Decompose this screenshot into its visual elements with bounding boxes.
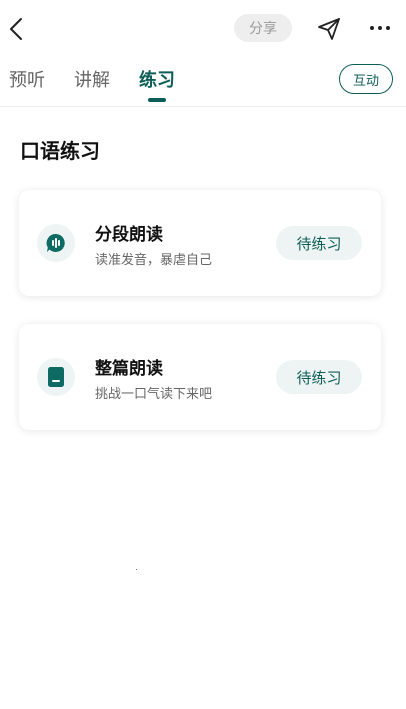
card-title: 整篇朗读 xyxy=(95,359,163,379)
practice-status-button[interactable]: 待练习 xyxy=(276,360,362,394)
top-bar: 分享 xyxy=(0,0,406,56)
paper-plane-icon xyxy=(318,18,340,40)
more-button[interactable] xyxy=(366,18,394,38)
card-icon xyxy=(37,358,75,396)
send-button[interactable] xyxy=(316,16,342,42)
mic-bubble-icon xyxy=(46,233,65,252)
tab-practice[interactable]: 练习 xyxy=(139,66,175,92)
card-description: 挑战一口气读下来吧 xyxy=(95,387,213,402)
tab-preview[interactable]: 预听 xyxy=(9,66,45,92)
interact-button[interactable]: 互动 xyxy=(339,64,393,94)
tab-bar: 预听 讲解 练习 互动 xyxy=(0,62,406,107)
practice-card-full[interactable]: 整篇朗读 挑战一口气读下来吧 待练习 xyxy=(19,324,381,430)
share-button[interactable]: 分享 xyxy=(234,14,292,42)
practice-status-button[interactable]: 待练习 xyxy=(276,226,362,260)
card-icon xyxy=(37,224,75,262)
active-tab-indicator xyxy=(148,98,166,102)
stray-dot xyxy=(136,569,137,570)
tab-explain[interactable]: 讲解 xyxy=(74,66,110,92)
practice-card-segment[interactable]: 分段朗读 读准发音，暴虐自己 待练习 xyxy=(19,190,381,296)
card-description: 读准发音，暴虐自己 xyxy=(95,253,213,268)
document-icon xyxy=(48,367,64,387)
back-button[interactable] xyxy=(4,14,28,44)
chevron-left-icon xyxy=(10,18,22,40)
card-title: 分段朗读 xyxy=(95,225,163,245)
section-title: 口语练习 xyxy=(20,139,100,163)
more-dots-icon xyxy=(370,26,374,30)
